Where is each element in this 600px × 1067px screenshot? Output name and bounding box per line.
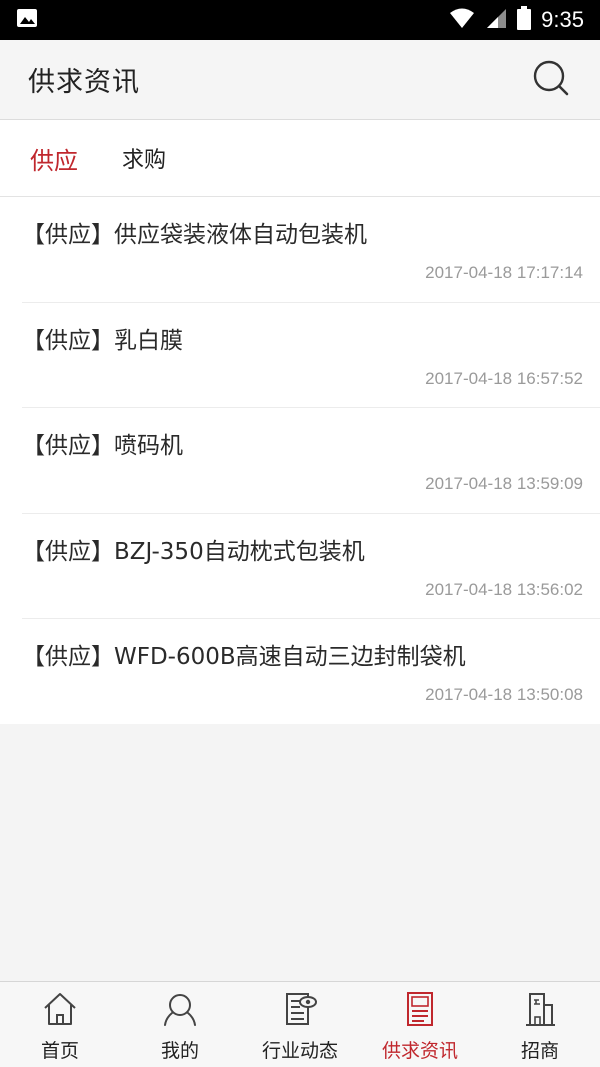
home-icon xyxy=(41,990,79,1028)
item-title: 【供应】BZJ-350自动枕式包装机 xyxy=(22,538,365,565)
list-item[interactable]: 【供应】喷码机 2017-04-18 13:59:09 xyxy=(22,408,600,514)
nav-label: 首页 xyxy=(40,1040,79,1062)
item-title: 【供应】喷码机 xyxy=(22,433,183,459)
nav-item-mine[interactable]: 我的 xyxy=(120,982,240,1067)
nav-label: 招商 xyxy=(520,1040,559,1062)
tab-supply[interactable]: 供应 xyxy=(30,141,78,176)
supply-list: 【供应】供应袋装液体自动包装机 2017-04-18 17:17:14 【供应】… xyxy=(0,197,600,724)
nav-label: 行业动态 xyxy=(261,1040,338,1062)
image-icon xyxy=(16,8,38,32)
search-icon xyxy=(532,59,570,101)
item-title: 【供应】乳白膜 xyxy=(22,327,183,354)
nav-label: 我的 xyxy=(160,1040,199,1062)
item-timestamp: 2017-04-18 16:57:52 xyxy=(425,368,583,388)
page-title: 供求资讯 xyxy=(28,67,140,98)
tab-bar: 供应 求购 xyxy=(0,120,600,197)
user-icon xyxy=(161,990,199,1028)
status-bar: 9:35 xyxy=(0,0,600,40)
wifi-icon xyxy=(449,7,475,33)
building-icon xyxy=(521,990,559,1028)
item-timestamp: 2017-04-18 13:50:08 xyxy=(425,685,583,704)
list-item[interactable]: 【供应】WFD-600B高速自动三边封制袋机 2017-04-18 13:50:… xyxy=(22,619,600,725)
supply-icon xyxy=(401,990,439,1028)
nav-item-home[interactable]: 首页 xyxy=(0,982,120,1067)
item-timestamp: 2017-04-18 13:59:09 xyxy=(425,474,583,493)
signal-icon xyxy=(485,7,507,33)
item-timestamp: 2017-04-18 17:17:14 xyxy=(425,263,583,282)
status-time: 9:35 xyxy=(541,7,584,32)
list-item[interactable]: 【供应】BZJ-350自动枕式包装机 2017-04-18 13:56:02 xyxy=(22,514,600,619)
list-item[interactable]: 【供应】供应袋装液体自动包装机 2017-04-18 17:17:14 xyxy=(22,197,600,303)
app-bar: 供求资讯 xyxy=(0,40,600,120)
search-button[interactable] xyxy=(530,59,572,101)
nav-item-industry-news[interactable]: 行业动态 xyxy=(240,982,360,1067)
item-timestamp: 2017-04-18 13:56:02 xyxy=(425,579,583,599)
news-icon xyxy=(281,990,319,1028)
item-title: 【供应】供应袋装液体自动包装机 xyxy=(22,222,367,248)
tab-purchase[interactable]: 求购 xyxy=(122,142,166,174)
battery-icon xyxy=(517,6,532,34)
nav-item-supply-info[interactable]: 供求资讯 xyxy=(360,982,480,1067)
bottom-nav: 首页 我的 行业动态 供求资讯 招商 xyxy=(0,981,600,1067)
nav-label: 供求资讯 xyxy=(381,1040,458,1062)
item-title: 【供应】WFD-600B高速自动三边封制袋机 xyxy=(22,644,466,670)
nav-item-investment[interactable]: 招商 xyxy=(480,982,600,1067)
list-item[interactable]: 【供应】乳白膜 2017-04-18 16:57:52 xyxy=(22,303,600,408)
